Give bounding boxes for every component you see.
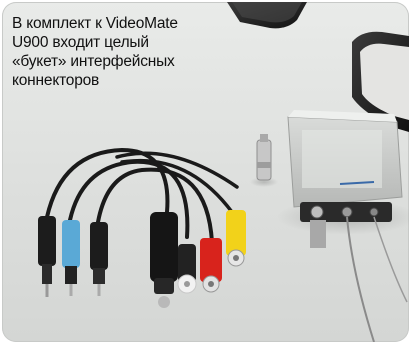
plug-s-video	[150, 212, 178, 308]
adapter-plug	[250, 134, 278, 187]
plug-white	[177, 244, 197, 294]
plug-black-middle	[90, 222, 108, 296]
photo-caption: В комплект к VideoMate U900 входит целый…	[12, 14, 222, 90]
device-corner-top	[227, 2, 307, 29]
plug-yellow	[226, 210, 246, 267]
capture-device	[277, 110, 409, 342]
plug-black-left	[38, 216, 56, 297]
caption-line-1: В комплект к VideoMate	[12, 15, 178, 32]
photo-frame: В комплект к VideoMate U900 входит целый…	[2, 2, 409, 342]
caption-line-4: коннекторов	[12, 72, 100, 89]
caption-line-3: «букет» интерфейсных	[12, 53, 175, 70]
plug-red	[200, 238, 222, 293]
caption-line-2: U900 входит целый	[12, 34, 149, 51]
plug-blue	[62, 220, 80, 296]
